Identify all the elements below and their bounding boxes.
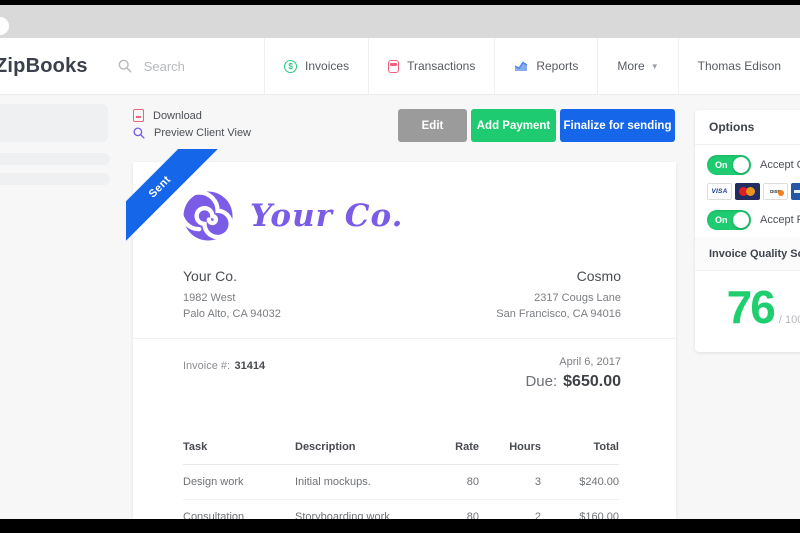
quality-panel-title: Invoice Quality Score [695, 238, 800, 271]
accept-credit-cards-row: On Accept Credit Cards [707, 155, 800, 175]
options-panel: Options On Accept Credit Cards VISA DISC… [695, 110, 800, 242]
invoice-number: Invoice #: 31414 [183, 356, 265, 391]
toggle-on-label: On [715, 215, 728, 225]
video-player-strip [0, 5, 800, 38]
from-name: Your Co. [183, 268, 281, 284]
credit-cards-label: Accept Credit Cards [760, 159, 800, 171]
to-address-line2: San Francisco, CA 94016 [496, 306, 621, 322]
score-out-of: / 100 [779, 314, 800, 326]
cell-hours: 3 [479, 476, 541, 488]
col-header-rate: Rate [427, 441, 479, 453]
col-header-task: Task [183, 441, 295, 453]
col-header-total: Total [541, 441, 619, 453]
cell-total: $240.00 [541, 476, 619, 488]
table-header-row: Task Description Rate Hours Total [183, 430, 619, 465]
due-amount: $650.00 [563, 373, 621, 390]
pdf-download-icon [133, 109, 144, 122]
reports-icon [514, 60, 528, 72]
player-progress-dot[interactable] [0, 17, 9, 35]
nav-menu: $ Invoices Transactions Reports More ▼ T… [264, 38, 800, 94]
credit-cards-toggle[interactable]: On [707, 155, 751, 175]
from-address-line1: 1982 West [183, 290, 281, 306]
invoice-date: April 6, 2017 [525, 356, 621, 368]
finalize-for-sending-button[interactable]: Finalize for sending [560, 109, 675, 142]
invoice-quality-score-panel: Invoice Quality Score 76 / 100 [695, 238, 800, 352]
options-panel-body: On Accept Credit Cards VISA DISC On Acce… [695, 145, 800, 242]
cell-description: Initial mockups. [295, 476, 427, 488]
from-address: Your Co. 1982 West Palo Alto, CA 94032 [183, 268, 281, 322]
amex-icon [791, 183, 800, 200]
table-row: Design work Initial mockups. 80 3 $240.0… [183, 465, 619, 500]
sidebar-placeholder-block[interactable] [0, 104, 108, 142]
invoice-preview-card: Sent Your Co. Your Co. 1982 West Palo Al… [133, 162, 676, 533]
invoice-number-label: Invoice #: [183, 360, 230, 372]
download-link[interactable]: Download [133, 109, 202, 122]
line-items-table: Task Description Rate Hours Total Design… [183, 430, 619, 533]
nav-item-label: Transactions [407, 59, 475, 73]
user-name-label: Thomas Edison [698, 59, 781, 73]
app-screen: ZipBooks Search $ Invoices Transactions … [0, 0, 800, 533]
paypal-label: Accept PayPal [760, 214, 800, 226]
to-address: Cosmo 2317 Cougs Lane San Francisco, CA … [496, 268, 621, 322]
invoices-icon: $ [284, 60, 297, 73]
company-logo-text: Your Co. [250, 198, 403, 234]
nav-item-more[interactable]: More ▼ [597, 38, 677, 94]
options-panel-title: Options [695, 110, 800, 145]
download-label: Download [153, 110, 202, 122]
col-header-hours: Hours [479, 441, 541, 453]
card-brand-icons: VISA DISC [707, 183, 800, 200]
preview-magnifier-icon [133, 127, 145, 139]
preview-label: Preview Client View [154, 127, 251, 139]
sidebar-placeholder-item[interactable] [0, 173, 110, 185]
zipbooks-logo[interactable]: ZipBooks [0, 38, 88, 94]
edit-button[interactable]: Edit [398, 109, 467, 142]
search-input[interactable]: Search [118, 38, 264, 94]
invoice-date-due: April 6, 2017 Due: $650.00 [525, 356, 621, 391]
transactions-icon [388, 60, 399, 73]
due-label: Due: [525, 373, 557, 390]
col-header-description: Description [295, 441, 427, 453]
bottom-letterbox-bar [0, 519, 800, 533]
chevron-down-icon: ▼ [651, 62, 659, 71]
divider [133, 338, 676, 339]
spiral-logo-icon [180, 188, 236, 244]
preview-client-view-link[interactable]: Preview Client View [133, 127, 251, 139]
invoice-meta-section: Invoice #: 31414 April 6, 2017 Due: $650.… [183, 356, 621, 391]
toggle-knob [733, 157, 749, 173]
addresses-section: Your Co. 1982 West Palo Alto, CA 94032 C… [183, 268, 621, 322]
nav-item-transactions[interactable]: Transactions [368, 38, 494, 94]
top-navbar: ZipBooks Search $ Invoices Transactions … [0, 38, 800, 95]
nav-item-label: Reports [536, 59, 578, 73]
nav-item-invoices[interactable]: $ Invoices [264, 38, 368, 94]
to-name: Cosmo [496, 268, 621, 284]
cell-rate: 80 [427, 476, 479, 488]
search-icon [118, 59, 132, 73]
nav-item-label: More [617, 59, 644, 73]
nav-item-reports[interactable]: Reports [494, 38, 597, 94]
sidebar-placeholder-item[interactable] [0, 153, 110, 165]
toggle-knob [733, 212, 749, 228]
from-address-line2: Palo Alto, CA 94032 [183, 306, 281, 322]
mastercard-icon [735, 183, 760, 200]
toggle-on-label: On [715, 160, 728, 170]
invoice-number-value: 31414 [235, 360, 266, 372]
accept-paypal-row: On Accept PayPal [707, 210, 800, 230]
discover-icon: DISC [763, 183, 788, 200]
nav-item-user[interactable]: Thomas Edison [678, 38, 800, 94]
visa-icon: VISA [707, 183, 732, 200]
search-placeholder: Search [144, 59, 185, 74]
nav-item-label: Invoices [305, 59, 349, 73]
add-payment-button[interactable]: Add Payment [471, 109, 556, 142]
paypal-toggle[interactable]: On [707, 210, 751, 230]
to-address-line1: 2317 Cougs Lane [496, 290, 621, 306]
company-logo: Your Co. [180, 188, 403, 244]
quality-score: 76 / 100 [695, 271, 800, 352]
score-value: 76 [727, 289, 774, 326]
invoice-due: Due: $650.00 [525, 373, 621, 391]
cell-task: Design work [183, 476, 295, 488]
